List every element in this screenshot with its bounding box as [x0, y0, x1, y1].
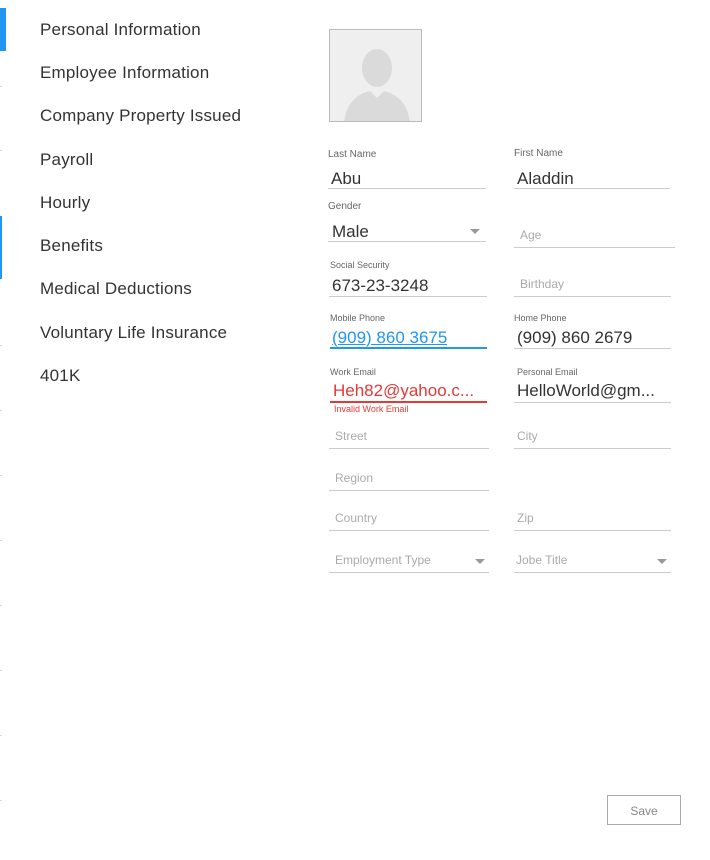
- birthday-field[interactable]: Birthday: [514, 276, 671, 300]
- zip-placeholder: Zip: [517, 511, 534, 525]
- mobile-phone-field[interactable]: Mobile Phone (909) 860 3675: [330, 313, 487, 353]
- zip-field[interactable]: Zip: [514, 510, 671, 534]
- sidebar-item-401k[interactable]: 401K: [40, 366, 81, 386]
- field-underline: [329, 530, 489, 531]
- last-name-label: Last Name: [328, 149, 377, 160]
- age-field[interactable]: Age: [514, 226, 675, 250]
- first-name-label: First Name: [514, 148, 563, 159]
- employment-type-select[interactable]: Employment Type: [329, 552, 489, 576]
- sidebar-edge: [0, 0, 6, 860]
- field-underline: [514, 188, 670, 189]
- street-field[interactable]: Street: [329, 428, 489, 452]
- first-name-field[interactable]: First Name Aladdin: [514, 148, 670, 190]
- home-phone-field[interactable]: Home Phone (909) 860 2679: [514, 313, 671, 353]
- field-underline: [514, 247, 675, 248]
- field-underline: [514, 296, 671, 297]
- sidebar-item-employee-information[interactable]: Employee Information: [40, 63, 209, 83]
- social-security-label: Social Security: [330, 260, 390, 270]
- field-underline: [329, 490, 489, 491]
- employment-type-placeholder: Employment Type: [335, 553, 431, 567]
- edge-tick: [0, 735, 2, 736]
- sidebar-item-voluntary-life-insurance[interactable]: Voluntary Life Insurance: [40, 323, 227, 343]
- social-security-value[interactable]: 673-23-3248: [332, 276, 428, 296]
- last-name-value[interactable]: Abu: [331, 169, 361, 189]
- edge-tick: [0, 540, 2, 541]
- birthday-placeholder: Birthday: [520, 277, 565, 291]
- field-underline: [514, 402, 671, 403]
- field-underline: [514, 348, 671, 349]
- field-underline: [328, 188, 486, 189]
- chevron-down-icon[interactable]: [475, 559, 485, 564]
- field-underline: [328, 241, 486, 242]
- edge-tick: [0, 410, 2, 411]
- gender-label: Gender: [328, 201, 362, 212]
- chevron-down-icon[interactable]: [657, 559, 667, 564]
- mobile-phone-value[interactable]: (909) 860 3675: [332, 328, 447, 348]
- edge-tick: [0, 605, 2, 606]
- social-security-field[interactable]: Social Security 673-23-3248: [329, 260, 487, 300]
- field-underline: [329, 296, 487, 297]
- age-placeholder: Age: [520, 228, 542, 242]
- edge-tick: [0, 800, 2, 801]
- edge-tick: [0, 150, 2, 151]
- field-underline: [329, 448, 489, 449]
- work-email-label: Work Email: [330, 367, 376, 377]
- last-name-field[interactable]: Last Name Abu: [328, 149, 486, 191]
- field-underline: [514, 572, 671, 573]
- mobile-phone-label: Mobile Phone: [330, 313, 386, 323]
- save-button[interactable]: Save: [607, 795, 681, 825]
- personal-email-value[interactable]: HelloWorld@gm...: [517, 381, 671, 401]
- first-name-value[interactable]: Aladdin: [517, 169, 574, 189]
- city-placeholder: City: [517, 429, 538, 443]
- active-indicator: [0, 8, 6, 51]
- sidebar-item-company-property[interactable]: Company Property Issued: [40, 106, 241, 126]
- gender-select[interactable]: Gender Male: [328, 201, 486, 243]
- personal-email-label: Personal Email: [517, 367, 578, 377]
- region-field[interactable]: Region: [329, 470, 489, 494]
- sidebar-item-personal-information[interactable]: Personal Information: [40, 20, 201, 40]
- city-field[interactable]: City: [514, 428, 671, 452]
- edge-tick: [0, 86, 2, 87]
- edge-tick: [0, 345, 2, 346]
- home-phone-label: Home Phone: [514, 313, 567, 323]
- sidebar-item-medical-deductions[interactable]: Medical Deductions: [40, 279, 192, 299]
- work-email-value[interactable]: Heh82@yahoo.c...: [333, 381, 487, 401]
- home-phone-value[interactable]: (909) 860 2679: [517, 328, 632, 348]
- field-underline-error: [330, 401, 487, 403]
- work-email-field[interactable]: Work Email Heh82@yahoo.c... Invalid Work…: [330, 367, 487, 417]
- edge-tick: [0, 670, 2, 671]
- edge-tick: [0, 475, 2, 476]
- work-email-error: Invalid Work Email: [334, 404, 409, 414]
- user-silhouette-icon: [330, 30, 421, 121]
- personal-email-field[interactable]: Personal Email HelloWorld@gm...: [514, 367, 671, 407]
- field-underline: [514, 448, 671, 449]
- field-underline-focused: [330, 347, 487, 349]
- job-title-placeholder: Jobe Title: [516, 553, 568, 567]
- country-field[interactable]: Country: [329, 510, 489, 534]
- chevron-down-icon[interactable]: [470, 229, 480, 234]
- avatar[interactable]: [329, 29, 422, 122]
- street-placeholder: Street: [335, 429, 368, 443]
- section-indicator: [0, 216, 2, 279]
- gender-value[interactable]: Male: [332, 222, 369, 242]
- field-underline: [329, 572, 489, 573]
- job-title-select[interactable]: Jobe Title: [514, 552, 671, 576]
- sidebar-item-benefits[interactable]: Benefits: [40, 236, 103, 256]
- region-placeholder: Region: [335, 471, 374, 485]
- field-underline: [514, 530, 671, 531]
- sidebar-item-payroll[interactable]: Payroll: [40, 150, 93, 170]
- sidebar-item-hourly[interactable]: Hourly: [40, 193, 90, 213]
- country-placeholder: Country: [335, 511, 378, 525]
